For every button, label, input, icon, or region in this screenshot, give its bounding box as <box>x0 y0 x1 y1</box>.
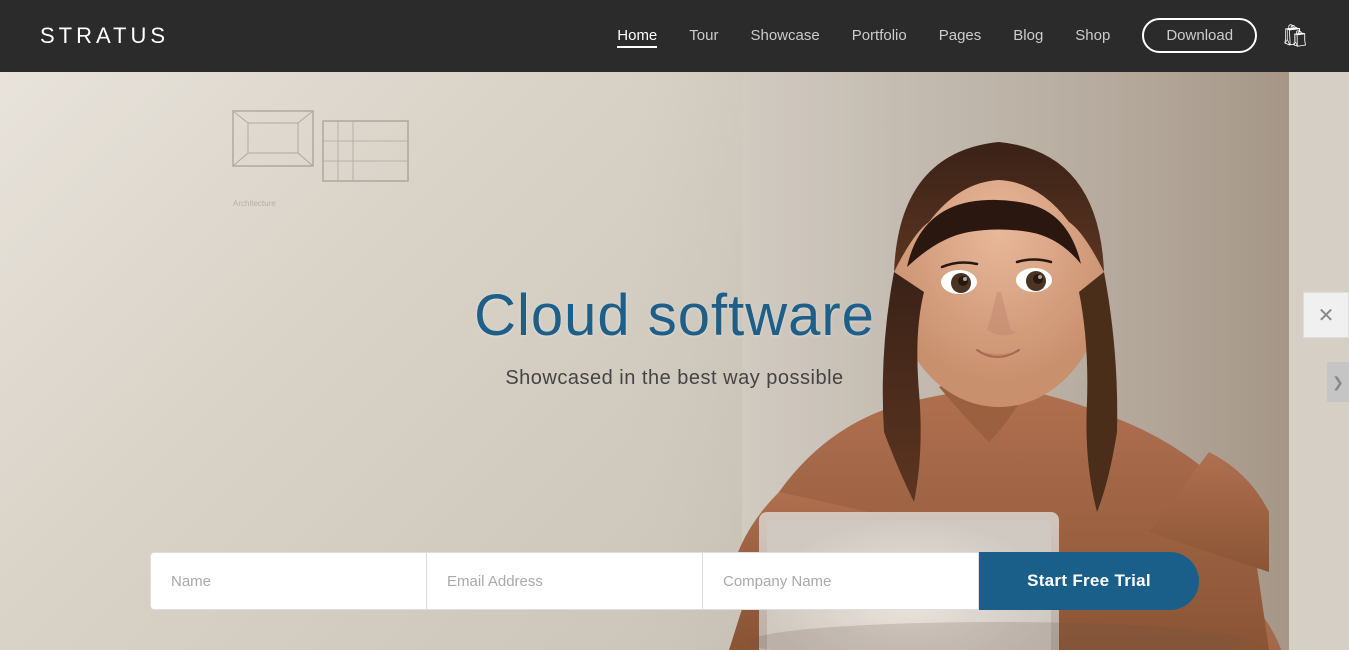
brand-logo: STRATUS <box>40 23 169 49</box>
nav-item-download[interactable]: Download <box>1142 27 1257 45</box>
name-input[interactable] <box>150 552 427 610</box>
nav-link-pages[interactable]: Pages <box>939 27 982 44</box>
arrow-icon: ❯ <box>1332 374 1344 391</box>
nav-item-pages[interactable]: Pages <box>939 27 982 45</box>
close-icon: ✕ <box>1318 303 1335 328</box>
hero-form: Start Free Trial <box>0 552 1349 610</box>
nav-item-home[interactable]: Home <box>617 27 657 45</box>
hero-section: Architecture <box>0 72 1349 650</box>
nav-item-portfolio[interactable]: Portfolio <box>852 27 907 45</box>
start-trial-button[interactable]: Start Free Trial <box>979 552 1199 610</box>
navbar: STRATUS Home Tour Showcase Portfolio Pag… <box>0 0 1349 72</box>
nav-link-portfolio[interactable]: Portfolio <box>852 27 907 44</box>
hero-title: Cloud software <box>0 282 1349 349</box>
nav-link-home[interactable]: Home <box>617 27 657 48</box>
nav-link-shop[interactable]: Shop <box>1075 27 1110 44</box>
wall-sketch: Architecture <box>223 101 423 241</box>
nav-link-blog[interactable]: Blog <box>1013 27 1043 44</box>
svg-text:Architecture: Architecture <box>233 199 276 208</box>
nav-link-showcase[interactable]: Showcase <box>750 27 819 44</box>
nav-item-shop[interactable]: Shop <box>1075 27 1110 45</box>
side-panel-close[interactable]: ✕ <box>1303 292 1349 338</box>
cart-icon[interactable]: 🛍 <box>1281 23 1309 49</box>
side-arrow-button[interactable]: ❯ <box>1327 362 1349 402</box>
nav-link-tour[interactable]: Tour <box>689 27 718 44</box>
nav-item-blog[interactable]: Blog <box>1013 27 1043 45</box>
company-input[interactable] <box>702 552 979 610</box>
hero-content: Cloud software Showcased in the best way… <box>0 282 1349 390</box>
download-button[interactable]: Download <box>1142 18 1257 53</box>
nav-item-tour[interactable]: Tour <box>689 27 718 45</box>
email-input[interactable] <box>427 552 702 610</box>
hero-subtitle: Showcased in the best way possible <box>0 367 1349 390</box>
nav-menu: Home Tour Showcase Portfolio Pages Blog … <box>617 27 1257 45</box>
nav-item-showcase[interactable]: Showcase <box>750 27 819 45</box>
